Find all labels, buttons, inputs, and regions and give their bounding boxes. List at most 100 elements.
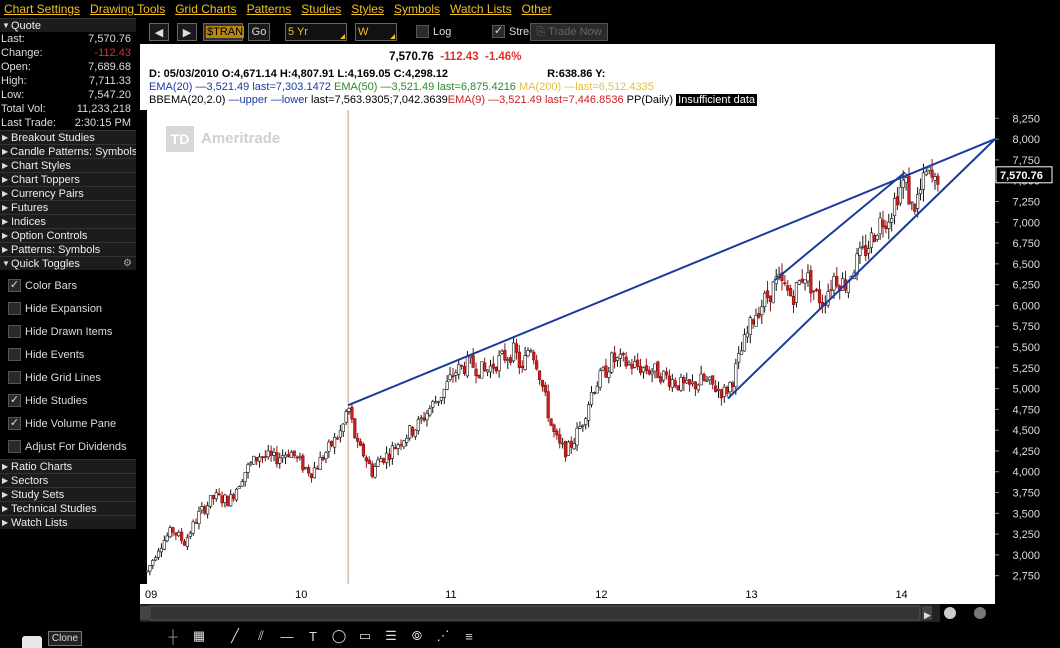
- quick-toggles-header[interactable]: ▼ Quick Toggles ⚙: [0, 256, 136, 270]
- crosshair-icon[interactable]: ┼: [164, 628, 182, 644]
- price-chart[interactable]: TDAmeritrade8,2508,0007,7507,5007,2507,0…: [140, 44, 1060, 624]
- candle-body: [376, 459, 380, 467]
- line-tool-icon[interactable]: ╱: [226, 628, 244, 644]
- menu-item-studies[interactable]: Studies: [297, 2, 347, 16]
- sidebar-section-currency-pairs[interactable]: ▶ Currency Pairs: [0, 186, 136, 200]
- sidebar-section-ratio-charts[interactable]: ▶ Ratio Charts: [0, 459, 136, 473]
- sidebar-section-sectors[interactable]: ▶ Sectors: [0, 473, 136, 487]
- sidebar-section-chart-styles[interactable]: ▶ Chart Styles: [0, 158, 136, 172]
- interval-select[interactable]: W: [355, 23, 397, 41]
- candle-body: [566, 441, 571, 456]
- sidebar-section-candle-patterns-symbols[interactable]: ▶ Candle Patterns: Symbols: [0, 144, 136, 158]
- candle-body: [714, 385, 718, 392]
- candle-body: [333, 436, 337, 448]
- toggle-checkbox[interactable]: [8, 302, 21, 315]
- candle-body: [647, 369, 651, 375]
- candle-body: [451, 375, 455, 378]
- menu-item-grid-charts[interactable]: Grid Charts: [171, 2, 242, 16]
- toggle-checkbox[interactable]: [8, 348, 21, 361]
- log-toggle[interactable]: Log: [416, 25, 451, 38]
- candle-body: [742, 334, 747, 352]
- range-values: R:638.86 Y:: [547, 68, 606, 80]
- menu-item-patterns[interactable]: Patterns: [243, 2, 298, 16]
- fib-arcs-tool-icon[interactable]: ⦾: [408, 628, 426, 644]
- toggle-checkbox[interactable]: ✓: [8, 394, 21, 407]
- horizontal-line-tool-icon[interactable]: —: [278, 628, 296, 644]
- menu-item-watch-lists[interactable]: Watch Lists: [446, 2, 518, 16]
- toggle-checkbox[interactable]: [8, 440, 21, 453]
- candle-body: [442, 388, 446, 398]
- toggle-hide-studies[interactable]: ✓ Hide Studies: [0, 389, 136, 412]
- candle-body: [217, 493, 221, 496]
- expand-right-icon: ▶: [2, 490, 9, 499]
- candle-body: [659, 376, 663, 383]
- toggle-hide-volume-pane[interactable]: ✓ Hide Volume Pane: [0, 412, 136, 435]
- period-select[interactable]: 5 Yr: [285, 23, 347, 41]
- candle-body: [156, 550, 161, 558]
- sidebar-section-futures[interactable]: ▶ Futures: [0, 200, 136, 214]
- ellipse-tool-icon[interactable]: ◯: [330, 628, 348, 644]
- sidebar-section-study-sets[interactable]: ▶ Study Sets: [0, 487, 136, 501]
- symbol-input[interactable]: $TRAN: [203, 23, 245, 41]
- sidebar-handle[interactable]: [22, 636, 42, 648]
- sidebar-section-patterns-symbols[interactable]: ▶ Patterns: Symbols: [0, 242, 136, 256]
- log-checkbox[interactable]: [416, 25, 429, 38]
- settings-gear-icon[interactable]: ⚙: [123, 258, 132, 269]
- candle-body: [829, 289, 833, 291]
- toggle-hide-events[interactable]: Hide Events: [0, 343, 136, 366]
- menu-item-drawing-tools[interactable]: Drawing Tools: [86, 2, 171, 16]
- sidebar-section-indices[interactable]: ▶ Indices: [0, 214, 136, 228]
- toggle-checkbox[interactable]: [8, 371, 21, 384]
- candle-body: [460, 364, 464, 367]
- gann-tool-icon[interactable]: ≡: [460, 628, 478, 644]
- grid-icon[interactable]: ▦: [190, 628, 208, 644]
- stream-checkbox[interactable]: ✓: [492, 25, 505, 38]
- menu-item-other[interactable]: Other: [518, 2, 558, 16]
- sidebar-section-technical-studies[interactable]: ▶ Technical Studies: [0, 501, 136, 515]
- toggle-color-bars[interactable]: ✓ Color Bars: [0, 274, 136, 297]
- toggle-hide-grid-lines[interactable]: Hide Grid Lines: [0, 366, 136, 389]
- watermark-text: Ameritrade: [201, 130, 280, 147]
- sidebar-section-option-controls[interactable]: ▶ Option Controls: [0, 228, 136, 242]
- toggle-checkbox[interactable]: ✓: [8, 417, 21, 430]
- sidebar-section-chart-toppers[interactable]: ▶ Chart Toppers: [0, 172, 136, 186]
- candle-body: [890, 218, 894, 223]
- menu-item-styles[interactable]: Styles: [347, 2, 390, 16]
- section-label: Sectors: [11, 474, 49, 487]
- y-tick-label: 6,000: [1012, 300, 1040, 312]
- fib-tool-icon[interactable]: ☰: [382, 628, 400, 644]
- candle-body: [685, 379, 689, 384]
- candle-body: [237, 486, 241, 489]
- candle-body: [587, 404, 591, 421]
- toggle-hide-expansion[interactable]: Hide Expansion: [0, 297, 136, 320]
- candle-body: [783, 282, 787, 285]
- candle-body: [257, 456, 262, 462]
- expand-down-icon: ▼: [2, 259, 10, 268]
- clone-button[interactable]: Clone: [48, 631, 82, 646]
- toggle-hide-drawn-items[interactable]: Hide Drawn Items: [0, 320, 136, 343]
- ema20-label: EMA(20) —3,521.49 last=7,303.1472: [149, 81, 331, 93]
- next-arrow-button[interactable]: ▶: [177, 23, 197, 41]
- menu-item-symbols[interactable]: Symbols: [390, 2, 446, 16]
- candle-body: [211, 495, 215, 499]
- parallel-lines-tool-icon[interactable]: ⫽: [252, 628, 270, 644]
- candle-body: [275, 452, 279, 465]
- go-button[interactable]: Go: [248, 23, 270, 41]
- rectangle-tool-icon[interactable]: ▭: [356, 628, 374, 644]
- candle-body: [930, 169, 934, 178]
- candle-body: [699, 373, 703, 386]
- candle-body: [413, 429, 418, 437]
- toggle-checkbox[interactable]: [8, 325, 21, 338]
- menu-item-chart-settings[interactable]: Chart Settings: [0, 2, 86, 16]
- prev-arrow-button[interactable]: ◀: [149, 23, 169, 41]
- fib-fan-tool-icon[interactable]: ⋰: [434, 628, 452, 644]
- trade-now-button[interactable]: ⎘ Trade Now: [530, 23, 608, 41]
- y-tick-label: 3,500: [1012, 508, 1040, 520]
- sidebar-section-breakout-studies[interactable]: ▶ Breakout Studies: [0, 130, 136, 144]
- quote-section-header[interactable]: ▼ Quote: [0, 18, 136, 32]
- toggle-adjust-for-dividends[interactable]: Adjust For Dividends: [0, 435, 136, 458]
- toggle-checkbox[interactable]: ✓: [8, 279, 21, 292]
- text-tool-icon[interactable]: T: [304, 628, 322, 644]
- plot-background: [147, 110, 995, 584]
- sidebar-section-watch-lists[interactable]: ▶ Watch Lists: [0, 515, 136, 529]
